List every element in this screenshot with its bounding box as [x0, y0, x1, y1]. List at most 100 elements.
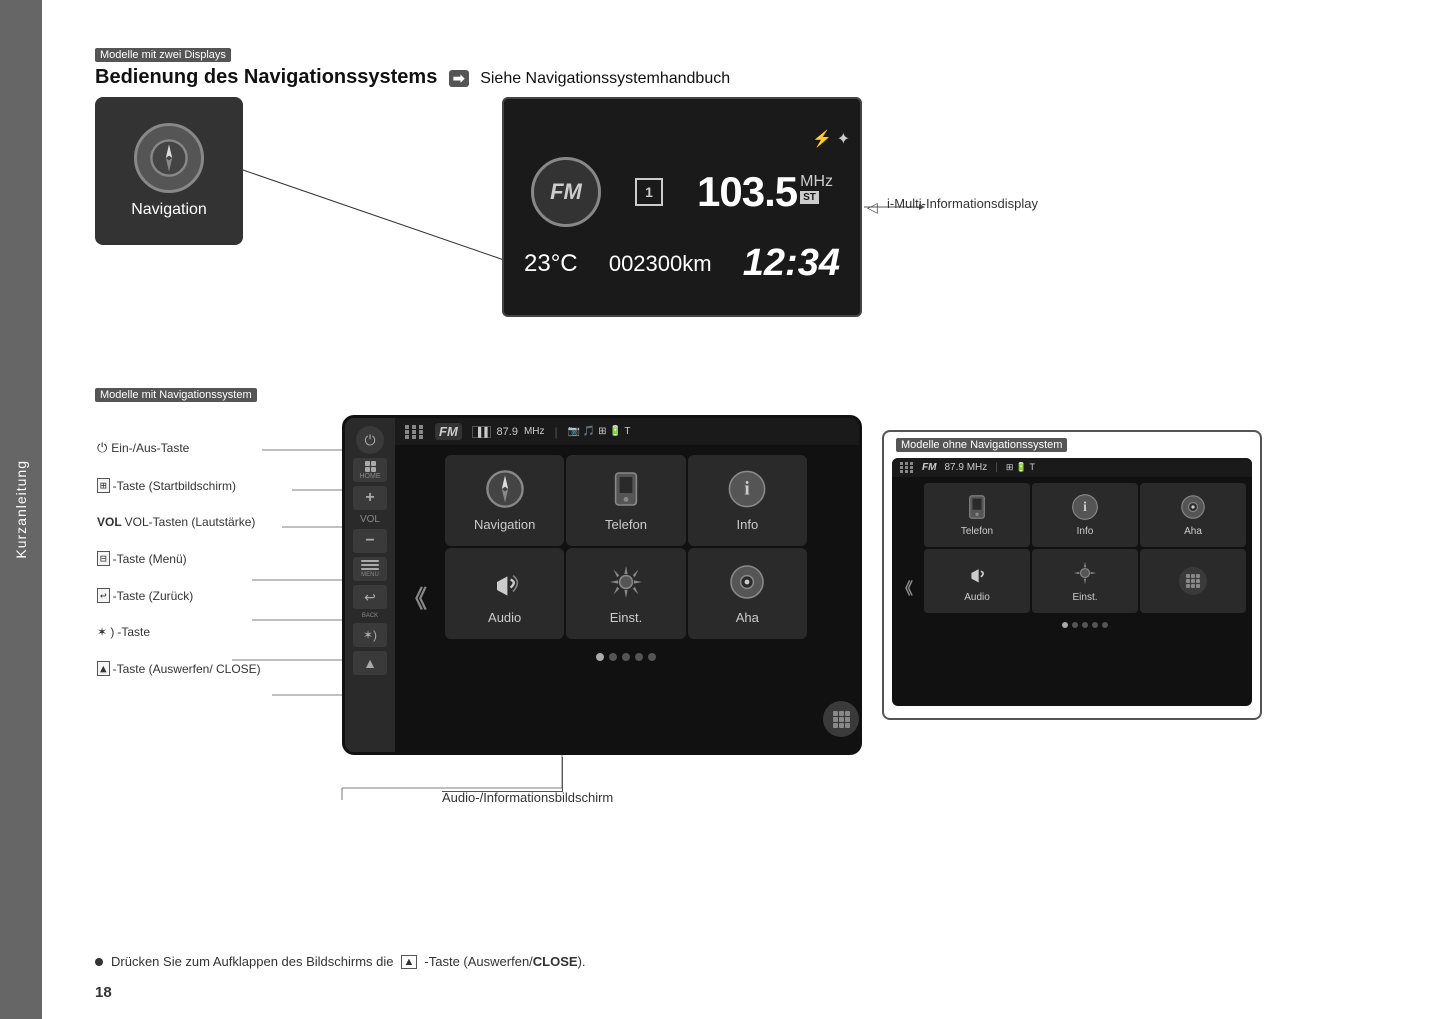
controls-labels: ⏻ Ein-/Aus-Taste ⊞ -Taste (Startbildschi… — [97, 440, 261, 692]
screen-freq-unit: MHz — [524, 426, 545, 437]
home-button[interactable]: HOME — [353, 458, 387, 482]
small-icons-right: ⊞ 🔋 T — [1006, 462, 1035, 473]
power-icon-sym: ⏻ — [97, 440, 107, 456]
small-grid-button[interactable] — [1140, 549, 1246, 613]
eject-label-row: ▲ -Taste (Auswerfen/ CLOSE) — [97, 661, 261, 676]
head-unit-main: ⏻ HOME + VOL − MENU ↩ BACK ✶) — [342, 415, 862, 755]
audio-info-screen-label: Audio-/Informationsbildschirm — [442, 790, 613, 805]
menu-icon-sym: ⊟ — [97, 551, 110, 566]
grid-switch-icon — [823, 701, 859, 737]
screen-fm-badge: FM — [435, 423, 462, 440]
tile-phone-icon — [606, 469, 646, 509]
home-icon-sym: ⊞ — [97, 478, 110, 493]
small-aha-label: Aha — [1184, 526, 1202, 537]
tile-nav-icon — [485, 469, 525, 509]
head-unit-screen: FM ▐▐ 87.9 MHz | 📷 🎵 ⊞ 🔋 T 《 — [395, 418, 862, 755]
note-bold: -Taste (Auswerfen/CLOSE). — [424, 954, 585, 969]
vol-label-strip: VOL — [360, 514, 380, 525]
navigation-button[interactable]: Navigation — [95, 97, 243, 245]
freq-display: 103.5 MHz ST — [697, 168, 833, 216]
home-label-text: -Taste (Startbildschirm) — [113, 479, 236, 493]
small-dot-2 — [1072, 622, 1078, 628]
page-heading: Bedienung des Navigationssystems ➡ Siehe… — [95, 66, 730, 89]
vol-plus-button[interactable]: + — [353, 486, 387, 510]
small-dot-3 — [1082, 622, 1088, 628]
top-label-1: Modelle mit zwei Displays — [95, 48, 231, 62]
small-sep: | — [995, 462, 998, 473]
power-button[interactable]: ⏻ — [356, 426, 384, 454]
back-button[interactable]: ↩ — [353, 585, 387, 609]
dot-5 — [648, 653, 656, 661]
eject-icon-note: ▲ — [401, 955, 418, 969]
tile-info-label: Info — [736, 517, 758, 532]
screen-freq: 87.9 — [497, 426, 518, 438]
small-tile-info[interactable]: i Info — [1032, 483, 1138, 547]
vol-label-text: VOL-Tasten (Lautstärke) — [125, 515, 256, 529]
eject-button[interactable]: ▲ — [353, 651, 387, 675]
tile-nav-label: Navigation — [474, 517, 535, 532]
menu-label-row: ⊟ -Taste (Menü) — [97, 551, 261, 566]
preset-box: 1 — [635, 178, 663, 206]
grid-switch-btn[interactable] — [817, 445, 862, 747]
bottom-note-container: Drücken Sie zum Aufklappen des Bildschir… — [95, 954, 586, 969]
small-settings-icon — [1071, 559, 1099, 587]
no-nav-label: Modelle ohne Navigationssystem — [896, 438, 1067, 452]
sidebar-label: Kurzanleitung — [13, 460, 29, 559]
power-label-row: ⏻ Ein-/Aus-Taste — [97, 440, 261, 456]
small-screen-body: 《 Telefon — [892, 477, 1252, 697]
tile-info[interactable]: i Info — [688, 455, 807, 546]
small-audio-label: Audio — [964, 592, 990, 603]
small-dot-4 — [1092, 622, 1098, 628]
freq-unit: MHz — [800, 173, 833, 191]
time-display: 12:34 — [743, 242, 840, 285]
small-tile-aha[interactable]: Aha — [1140, 483, 1246, 547]
tile-navigation[interactable]: Navigation — [445, 455, 564, 546]
tile-aha[interactable]: Aha — [688, 548, 807, 639]
head-unit-control-strip: ⏻ HOME + VOL − MENU ↩ BACK ✶) — [345, 418, 395, 755]
tile-settings-icon — [606, 562, 646, 602]
temp-display: 23°C — [524, 250, 578, 278]
small-tiles-area: Telefon i Info — [918, 477, 1252, 697]
dot-4 — [635, 653, 643, 661]
tile-aha-icon — [727, 562, 767, 602]
imulti-display: ⚡ ✦ FM 1 103.5 MHz ST 23°C 002300km — [502, 97, 862, 317]
small-tile-telefon[interactable]: Telefon — [924, 483, 1030, 547]
signal-icon: ▐▐ — [472, 426, 491, 438]
small-einst-label: Einst. — [1072, 592, 1097, 603]
power-label-text: Ein-/Aus-Taste — [111, 441, 189, 455]
dot-1 — [596, 653, 604, 661]
menu-button[interactable]: MENU — [353, 557, 387, 581]
small-tile-einst[interactable]: Einst. — [1032, 549, 1138, 613]
screen-grid: Navigation Telefon — [435, 445, 817, 649]
heading-suffix: Siehe Navigationssystemhandbuch — [480, 70, 730, 87]
dim-button[interactable]: ✶) — [353, 623, 387, 647]
audio-label-line-h — [442, 791, 562, 792]
small-screen: FM 87.9 MHz | ⊞ 🔋 T 《 — [892, 458, 1252, 706]
vol-text: VOL — [97, 515, 122, 529]
imulti-bottom-row: 23°C 002300km 12:34 — [514, 242, 850, 285]
small-tile-audio[interactable]: Audio — [924, 549, 1030, 613]
dot-2 — [609, 653, 617, 661]
small-chevron-left[interactable]: 《 — [892, 477, 918, 697]
tile-telefon[interactable]: Telefon — [566, 455, 685, 546]
small-fm-badge: FM — [922, 462, 936, 473]
vol-minus-button[interactable]: − — [353, 529, 387, 553]
dim-label-row: ✶ ) -Taste — [97, 625, 261, 639]
km-display: 002300km — [609, 251, 712, 277]
heading-text: Bedienung des Navigationssystems — [95, 66, 437, 88]
grid-icon — [405, 425, 425, 439]
tile-audio-label: Audio — [488, 610, 521, 625]
screen-separator: | — [555, 425, 558, 439]
tile-audio[interactable]: Audio — [445, 548, 564, 639]
back-icon-sym: ↩ — [97, 588, 110, 603]
small-grid-icon — [900, 462, 914, 473]
small-grid-switch-icon — [1179, 567, 1207, 595]
tile-einst[interactable]: Einst. — [566, 548, 685, 639]
small-audio-icon — [963, 559, 991, 587]
eject-icon-sym: ▲ — [97, 661, 110, 676]
small-phone-icon — [963, 493, 991, 521]
screen-page-dots — [435, 653, 817, 661]
small-freq: 87.9 MHz — [944, 462, 987, 473]
chevron-left-main[interactable]: 《 — [395, 445, 435, 747]
small-dot-5 — [1102, 622, 1108, 628]
